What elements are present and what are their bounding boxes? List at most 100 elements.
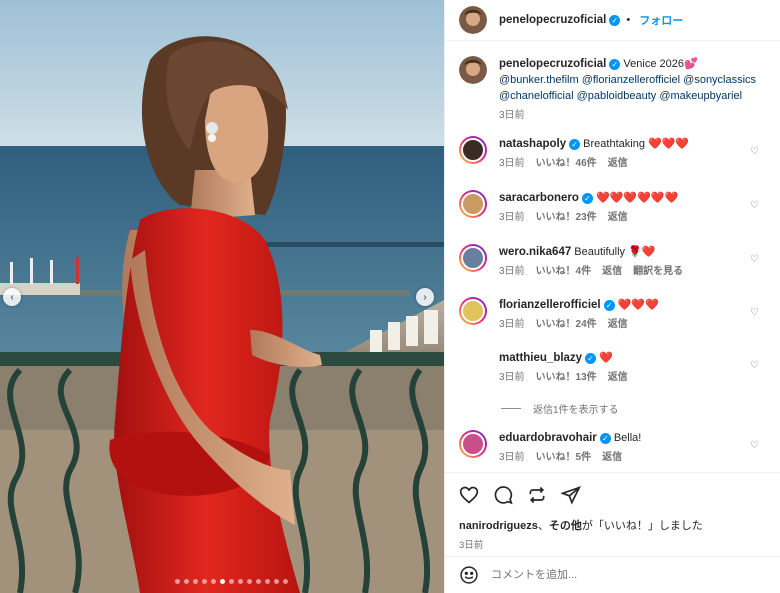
verified-icon: ✓ [603, 299, 615, 311]
commenter-avatar[interactable] [459, 430, 487, 458]
next-photo-button[interactable]: › [416, 288, 434, 306]
post-photo[interactable]: ‹ › [0, 0, 444, 593]
view-replies-label: 返信1件を表示する [533, 405, 619, 416]
commenter-avatar[interactable] [459, 136, 487, 164]
comment-like-icon[interactable]: ♡ [750, 200, 759, 211]
author-avatar[interactable] [459, 6, 487, 34]
comment-likes[interactable]: いいね！46件 [536, 156, 597, 172]
follow-button[interactable]: フォロー [639, 12, 683, 28]
repost-icon[interactable] [527, 485, 547, 505]
replies-divider [501, 408, 521, 409]
comment-time: 3日前 [499, 212, 525, 223]
carousel-dot [193, 579, 198, 584]
likes-summary: nanirodriguezs、その他が「いいね！」しました [459, 517, 767, 533]
comment-text: Bella! [613, 432, 642, 444]
liker-username[interactable]: nanirodriguezs [459, 520, 538, 532]
commenter-username[interactable]: matthieu_blazy [499, 352, 582, 364]
carousel-dot [229, 579, 234, 584]
carousel-dot [274, 579, 279, 584]
comment-row: saracarbonero ✓ ❤️❤️❤️❤️❤️❤️ 3日前 いいね！23件 返信 ♡ [459, 190, 773, 226]
reply-button[interactable]: 返信 [608, 317, 628, 333]
commenter-username[interactable]: natashapoly [499, 138, 566, 150]
commenter-avatar[interactable] [459, 350, 487, 378]
comment-text: Beautifully 🌹❤️ [574, 246, 656, 258]
caption-time: 3日前 [499, 110, 525, 121]
verified-icon: ✓ [581, 192, 593, 204]
comment-text: ❤️❤️❤️❤️❤️❤️ [595, 192, 679, 204]
commenter-username[interactable]: florianzellerofficiel [499, 299, 601, 311]
comment-row: natashapoly ✓ Breathtaking ❤️❤️❤️ 3日前 いいね！4… [459, 136, 773, 172]
caption-username[interactable]: penelopecruzoficial [499, 58, 606, 70]
comment-text: ❤️❤️❤️ [617, 299, 659, 311]
comment-row: eduardobravohair ✓ Bella! 3日前 いいね！5件 返信 ♡ [459, 430, 773, 466]
caption-mentions[interactable]: @bunker.thefilm @florianzellerofficiel @… [499, 74, 756, 102]
post-side-panel: penelopecruzoficial ✓ • フォロー penelopecru… [444, 0, 780, 593]
commenter-avatar[interactable] [459, 297, 487, 325]
comment-like-icon[interactable]: ♡ [750, 254, 759, 265]
post-time: 3日前 [459, 540, 484, 551]
separator: • [626, 14, 631, 26]
reply-button[interactable]: 返信 [608, 156, 628, 172]
reply-button[interactable]: 返信 [608, 210, 628, 226]
carousel-dot [211, 579, 216, 584]
add-comment-input[interactable] [491, 569, 731, 581]
comment-likes[interactable]: いいね！24件 [536, 317, 597, 333]
commenter-username[interactable]: wero.nika647 [499, 246, 571, 258]
comment-text: ❤️ [599, 352, 613, 364]
previous-photo-button[interactable]: ‹ [3, 288, 21, 306]
commenter-username[interactable]: eduardobravohair [499, 432, 597, 444]
verified-icon: ✓ [599, 432, 611, 444]
share-icon[interactable] [561, 485, 581, 505]
commenter-username[interactable]: saracarbonero [499, 192, 579, 204]
carousel-dot [238, 579, 243, 584]
post-actions: nanirodriguezs、その他が「いいね！」しました 3日前 [445, 472, 780, 551]
comment-like-icon[interactable]: ♡ [750, 440, 759, 451]
comment-like-icon[interactable]: ♡ [750, 146, 759, 157]
comment-time: 3日前 [499, 319, 525, 330]
likes-suffix: が「いいね！」しました [581, 520, 703, 532]
reply-button[interactable]: 返信 [602, 264, 622, 280]
comment-likes[interactable]: いいね！13件 [536, 370, 597, 386]
commenter-avatar[interactable] [459, 190, 487, 218]
carousel-dot [175, 579, 180, 584]
post-header: penelopecruzoficial ✓ • フォロー [445, 0, 780, 41]
commenter-avatar[interactable] [459, 244, 487, 272]
caption: penelopecruzoficial ✓ Venice 2026💕 @bunke… [459, 56, 773, 124]
view-replies-button[interactable]: 返信1件を表示する [501, 401, 619, 416]
translate-button[interactable]: 翻訳を見る [633, 264, 683, 280]
carousel-dot [202, 579, 207, 584]
verified-icon: ✓ [609, 58, 621, 70]
likes-connector: 、 [537, 520, 549, 532]
caption-text: Venice 2026💕 [623, 58, 698, 70]
carousel-dot [220, 579, 225, 584]
reply-button[interactable]: 返信 [602, 450, 622, 466]
carousel-dot [283, 579, 288, 584]
carousel-dots [175, 579, 288, 584]
comment-list: penelopecruzoficial ✓ Venice 2026💕 @bunke… [445, 42, 780, 472]
likes-others[interactable]: その他 [549, 520, 582, 532]
comment-likes[interactable]: いいね！4件 [536, 264, 592, 280]
verified-icon: ✓ [585, 352, 597, 364]
author-username[interactable]: penelopecruzoficial [499, 14, 606, 26]
carousel-dot [256, 579, 261, 584]
carousel-dot [184, 579, 189, 584]
add-comment-bar [445, 556, 780, 593]
reply-button[interactable]: 返信 [608, 370, 628, 386]
comment-likes[interactable]: いいね！23件 [536, 210, 597, 226]
caption-avatar[interactable] [459, 56, 487, 84]
comment-likes[interactable]: いいね！5件 [536, 450, 592, 466]
comment-like-icon[interactable]: ♡ [750, 360, 759, 371]
comment-icon[interactable] [493, 485, 513, 505]
comment-row: matthieu_blazy ✓ ❤️ 3日前 いいね！13件 返信 ♡ [459, 350, 773, 386]
verified-icon: ✓ [569, 138, 581, 150]
comment-like-icon[interactable]: ♡ [750, 307, 759, 318]
photo-scene [0, 0, 444, 593]
comment-row: florianzellerofficiel ✓ ❤️❤️❤️ 3日前 いいね！24件返… [459, 297, 773, 333]
carousel-dot [247, 579, 252, 584]
comment-time: 3日前 [499, 158, 525, 169]
comment-row: wero.nika647 Beautifully 🌹❤️ 3日前 いいね！4件 返信翻… [459, 244, 773, 280]
emoji-icon[interactable] [459, 565, 479, 585]
comment-text: Breathtaking ❤️❤️❤️ [583, 138, 690, 150]
verified-icon: ✓ [609, 14, 621, 26]
like-heart-icon[interactable] [459, 485, 479, 505]
